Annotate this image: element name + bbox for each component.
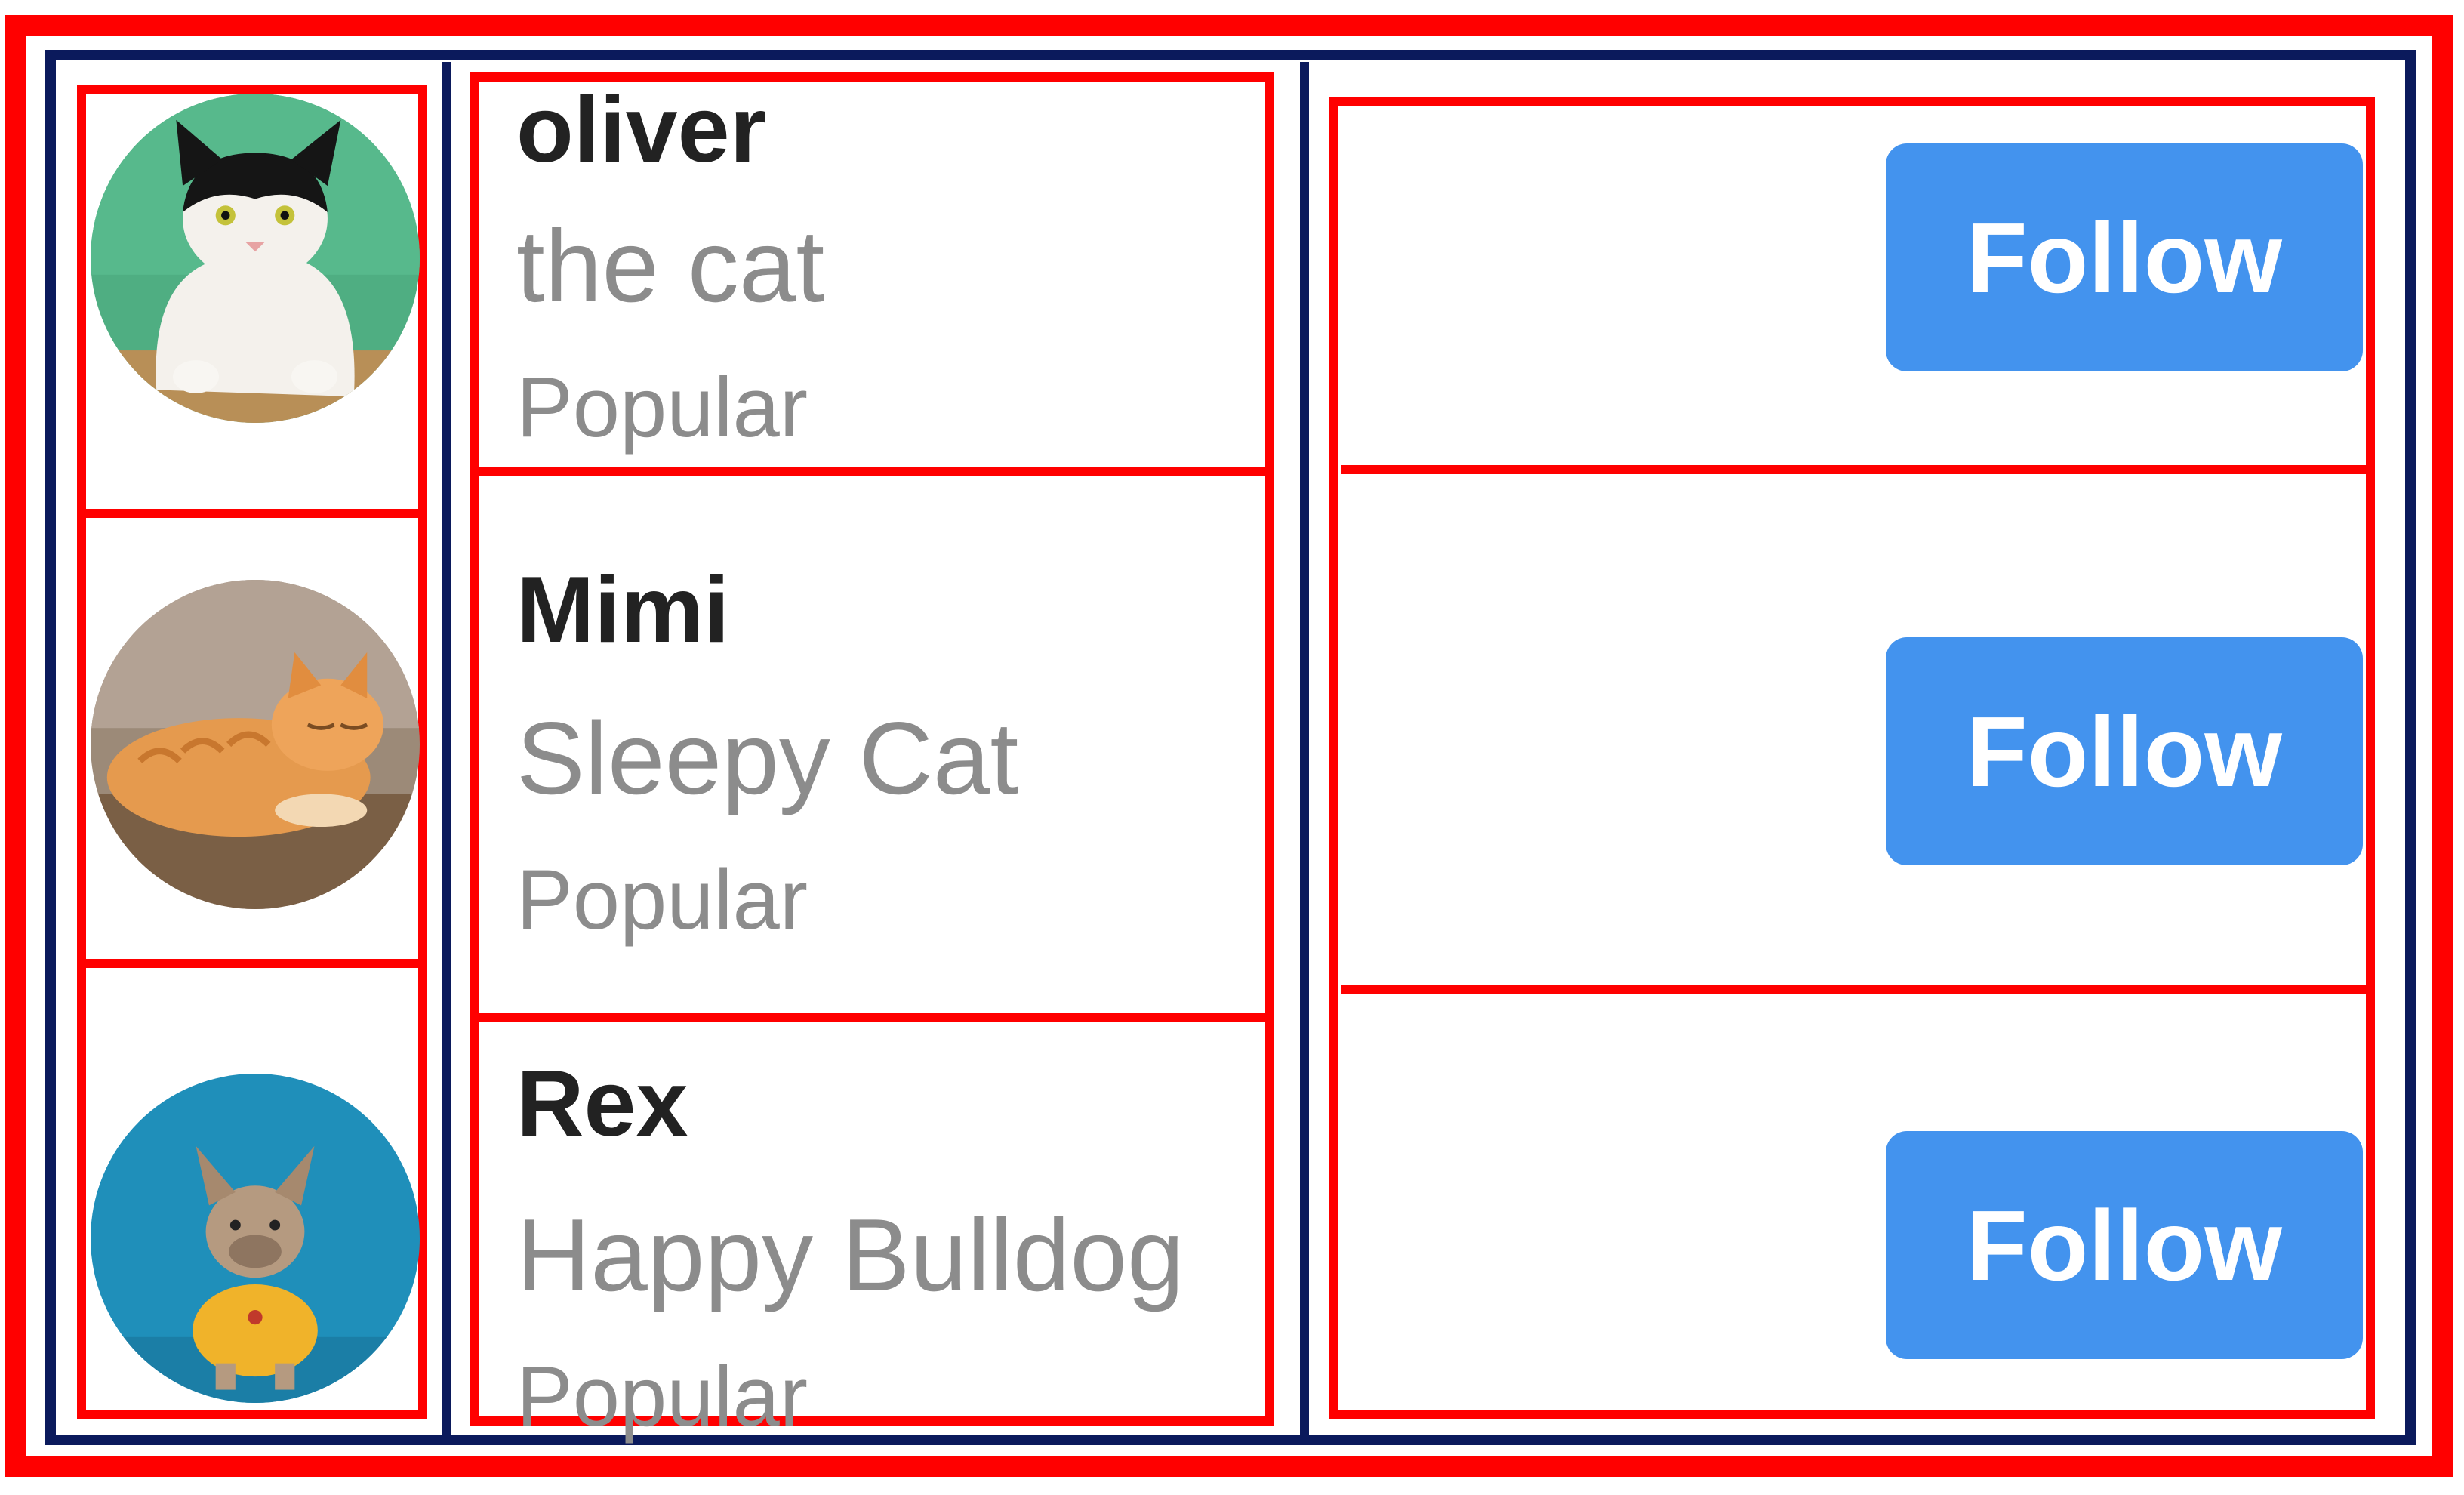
follow-button[interactable]: Follow [1886, 143, 2363, 371]
row-separator [1341, 985, 2367, 994]
user-subtitle: the cat [516, 208, 825, 323]
follow-button[interactable]: Follow [1886, 637, 2363, 865]
popularity-badge: Popular [516, 360, 808, 455]
column-divider [1300, 62, 1309, 1438]
user-subtitle: Sleepy Cat [516, 701, 1019, 815]
user-name: Mimi [516, 558, 730, 662]
column-divider [442, 62, 451, 1438]
follow-button[interactable]: Follow [1886, 1131, 2363, 1359]
user-name: oliver [516, 78, 766, 182]
avatar[interactable] [91, 580, 420, 909]
row-separator [470, 467, 1274, 476]
row-separator [470, 1013, 1274, 1022]
row-separator [77, 959, 427, 968]
row-separator [77, 509, 427, 518]
row-separator [1341, 465, 2367, 474]
popularity-badge: Popular [516, 1349, 808, 1444]
avatar[interactable] [91, 94, 420, 423]
popularity-badge: Popular [516, 852, 808, 947]
user-name: Rex [516, 1052, 688, 1156]
avatar[interactable] [91, 1074, 420, 1403]
user-subtitle: Happy Bulldog [516, 1198, 1184, 1312]
